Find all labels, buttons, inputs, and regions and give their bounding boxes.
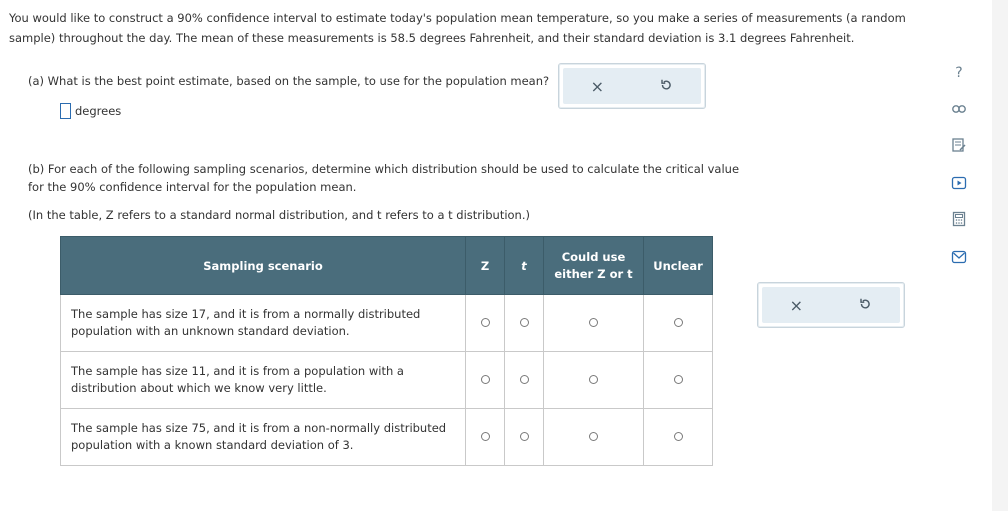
part-b-line-2: for the 90% confidence interval for the …	[28, 180, 357, 194]
video-icon[interactable]	[948, 172, 970, 194]
worksheet-icon[interactable]	[948, 134, 970, 156]
header-scenario: Sampling scenario	[60, 236, 466, 295]
clear-button[interactable]: ×	[591, 77, 604, 96]
distribution-table: Sampling scenario Z t Could use either Z…	[60, 236, 713, 466]
header-unclear: Unclear	[643, 236, 713, 295]
calculator-icon[interactable]	[948, 208, 970, 230]
mail-icon[interactable]	[948, 246, 970, 268]
radio-unclear[interactable]	[673, 375, 683, 384]
scenario-cell: The sample has size 11, and it is from a…	[60, 351, 466, 409]
radio-z[interactable]	[480, 432, 490, 441]
part-a-answer-row: degrees	[60, 103, 121, 119]
scenario-line-1: The sample has size 75, and it is from a…	[71, 421, 447, 435]
header-t: t	[504, 236, 544, 295]
radio-either[interactable]	[589, 375, 598, 384]
part-b-note: (In the table, Z refers to a standard no…	[28, 208, 530, 222]
header-either-line-1: Could use	[561, 249, 626, 264]
radio-unclear[interactable]	[673, 432, 683, 441]
radio-t[interactable]	[519, 375, 529, 384]
undo-button[interactable]	[858, 297, 872, 314]
table-row: The sample has size 11, and it is from a…	[60, 351, 713, 409]
link-icon[interactable]	[948, 98, 970, 120]
radio-either[interactable]	[589, 318, 598, 327]
radio-z[interactable]	[480, 318, 490, 327]
table-row: The sample has size 17, and it is from a…	[60, 294, 713, 352]
part-b-question: (b) For each of the following sampling s…	[28, 160, 748, 196]
radio-z[interactable]	[480, 375, 490, 384]
intro-line-2: sample) throughout the day. The mean of …	[9, 31, 855, 45]
help-icon[interactable]: ?	[948, 62, 970, 84]
scenario-cell: The sample has size 75, and it is from a…	[60, 408, 466, 466]
problem-statement: You would like to construct a 90% confid…	[9, 8, 949, 48]
scenario-line-1: The sample has size 11, and it is from a…	[71, 364, 404, 378]
header-either: Could use either Z or t	[543, 236, 644, 295]
undo-icon	[860, 298, 871, 309]
radio-t[interactable]	[519, 318, 529, 327]
part-a-button-group: ×	[558, 63, 706, 109]
scrollbar[interactable]	[992, 0, 1008, 511]
radio-t[interactable]	[519, 432, 529, 441]
scenario-line-1: The sample has size 17, and it is from a…	[71, 307, 421, 321]
part-a-question: (a) What is the best point estimate, bas…	[28, 74, 550, 88]
scenario-line-2: population with an unknown standard devi…	[71, 324, 350, 338]
header-z: Z	[465, 236, 505, 295]
part-b-button-group: ×	[757, 282, 905, 328]
scenario-cell: The sample has size 17, and it is from a…	[60, 294, 466, 352]
intro-line-1: You would like to construct a 90% confid…	[9, 11, 906, 25]
answer-unit-label: degrees	[75, 104, 122, 118]
radio-unclear[interactable]	[673, 318, 683, 327]
undo-button[interactable]	[659, 78, 673, 95]
scenario-line-2: population with a known standard deviati…	[71, 438, 354, 452]
clear-button[interactable]: ×	[790, 296, 803, 315]
part-b-line-1: (b) For each of the following sampling s…	[28, 162, 740, 176]
header-either-line-2: either Z or t	[554, 266, 633, 281]
table-row: The sample has size 75, and it is from a…	[60, 408, 713, 466]
radio-either[interactable]	[589, 432, 598, 441]
point-estimate-input[interactable]	[60, 103, 71, 119]
undo-icon	[661, 79, 672, 90]
scenario-line-2: distribution about which we know very li…	[71, 381, 327, 395]
